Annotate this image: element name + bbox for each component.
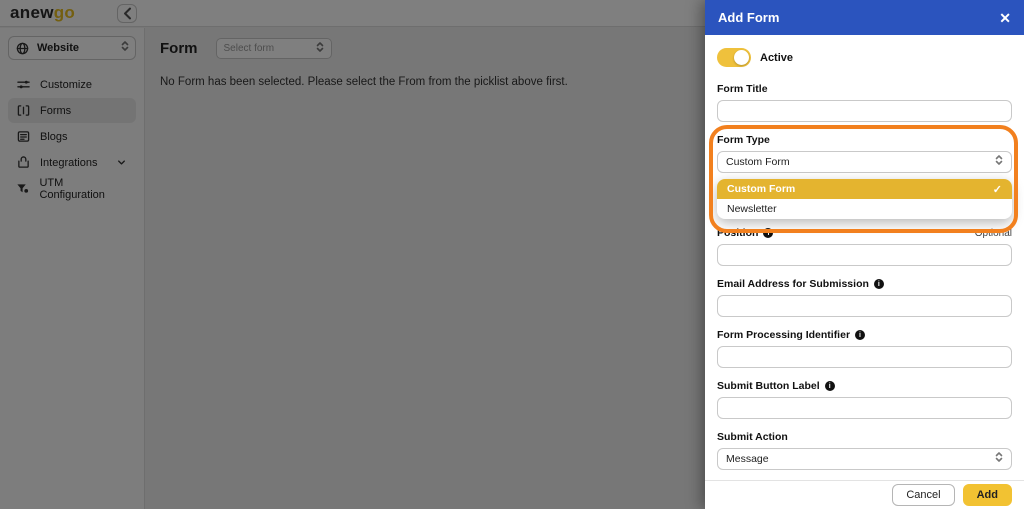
- dropdown-option-newsletter[interactable]: Newsletter: [717, 199, 1012, 219]
- position-label-text: Position: [717, 227, 759, 239]
- info-icon: i: [855, 330, 866, 340]
- active-toggle[interactable]: [717, 48, 751, 67]
- modal-title: Add Form: [718, 10, 780, 25]
- info-icon: i: [873, 279, 884, 289]
- form-title-input[interactable]: [717, 100, 1012, 122]
- modal-footer: Cancel Add: [705, 480, 1024, 509]
- position-input[interactable]: [717, 244, 1012, 266]
- submit-button-label-input[interactable]: [717, 397, 1012, 419]
- modal-body: Active Form Title Form Type Custom Form …: [705, 35, 1024, 480]
- form-type-select[interactable]: Custom Form: [717, 151, 1012, 173]
- form-type-select-value: Custom Form: [726, 156, 790, 168]
- updown-chevron-icon: [995, 450, 1003, 468]
- toggle-knob: [734, 50, 749, 65]
- submit-action-select-value: Message: [726, 453, 769, 465]
- add-button[interactable]: Add: [962, 484, 1012, 506]
- form-processing-identifier-input[interactable]: [717, 346, 1012, 368]
- info-icon: i: [763, 228, 774, 238]
- info-icon: i: [824, 381, 835, 391]
- form-type-label: Form Type: [717, 134, 770, 146]
- submit-button-label-label: Submit Button Label i: [717, 380, 1012, 392]
- form-type-group: Form Type Custom Form Custom Form ✓ News…: [709, 125, 1018, 233]
- dropdown-option-custom-form[interactable]: Custom Form ✓: [717, 179, 1012, 199]
- form-processing-identifier-label: Form Processing Identifier i: [717, 329, 1012, 341]
- close-icon[interactable]: ✕: [999, 11, 1011, 25]
- updown-chevron-icon: [995, 153, 1003, 171]
- dropdown-option-label: Newsletter: [727, 203, 777, 215]
- cancel-button[interactable]: Cancel: [892, 484, 955, 506]
- form-title-label: Form Title: [717, 83, 768, 95]
- position-label: Position i Optional: [717, 227, 1012, 239]
- identifier-label-text: Form Processing Identifier: [717, 329, 851, 341]
- dropdown-option-label: Custom Form: [727, 183, 796, 195]
- email-for-submission-input[interactable]: [717, 295, 1012, 317]
- email-label-text: Email Address for Submission: [717, 278, 869, 290]
- submit-label-text: Submit Button Label: [717, 380, 820, 392]
- active-toggle-label: Active: [760, 51, 794, 64]
- app-root: anewgo Website Customize Forms: [0, 0, 1024, 509]
- optional-badge: Optional: [974, 227, 1012, 239]
- email-for-submission-label: Email Address for Submission i: [717, 278, 1012, 290]
- submit-action-select[interactable]: Message: [717, 448, 1012, 470]
- submit-action-label: Submit Action: [717, 431, 788, 443]
- check-icon: ✓: [992, 183, 1002, 196]
- modal-header: Add Form ✕: [705, 0, 1024, 35]
- form-type-dropdown: Custom Form ✓ Newsletter: [717, 179, 1012, 219]
- add-form-modal: Add Form ✕ Active Form Title Form Type C…: [705, 0, 1024, 509]
